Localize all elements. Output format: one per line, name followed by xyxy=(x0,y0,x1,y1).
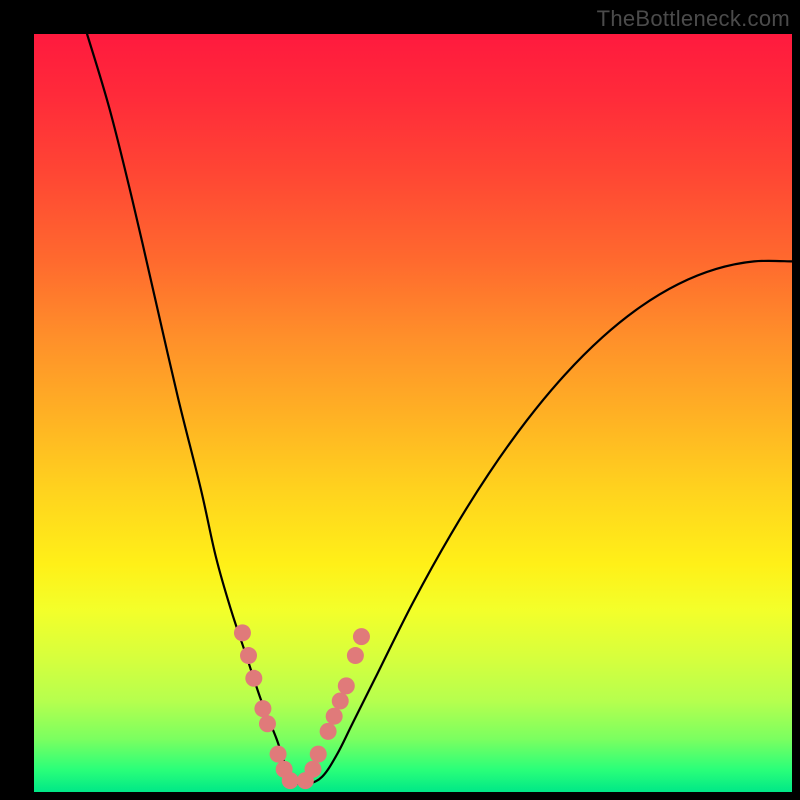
highlight-dot xyxy=(304,761,321,778)
watermark-label: TheBottleneck.com xyxy=(597,6,790,32)
highlight-dots xyxy=(234,624,370,789)
highlight-dot xyxy=(353,628,370,645)
highlight-dot xyxy=(270,746,287,763)
chart-frame: TheBottleneck.com xyxy=(0,0,800,800)
highlight-dot xyxy=(310,746,327,763)
highlight-dot xyxy=(234,624,251,641)
highlight-dot xyxy=(347,647,364,664)
highlight-dot xyxy=(282,772,299,789)
highlight-dot xyxy=(320,723,337,740)
highlight-dot xyxy=(254,700,271,717)
plot-area xyxy=(34,34,792,792)
highlight-dot xyxy=(240,647,257,664)
curve-layer xyxy=(34,34,792,792)
highlight-dot xyxy=(245,670,262,687)
highlight-dot xyxy=(326,708,343,725)
highlight-dot xyxy=(259,715,276,732)
highlight-dot xyxy=(338,677,355,694)
bottleneck-curve xyxy=(87,34,792,785)
highlight-dot xyxy=(332,693,349,710)
